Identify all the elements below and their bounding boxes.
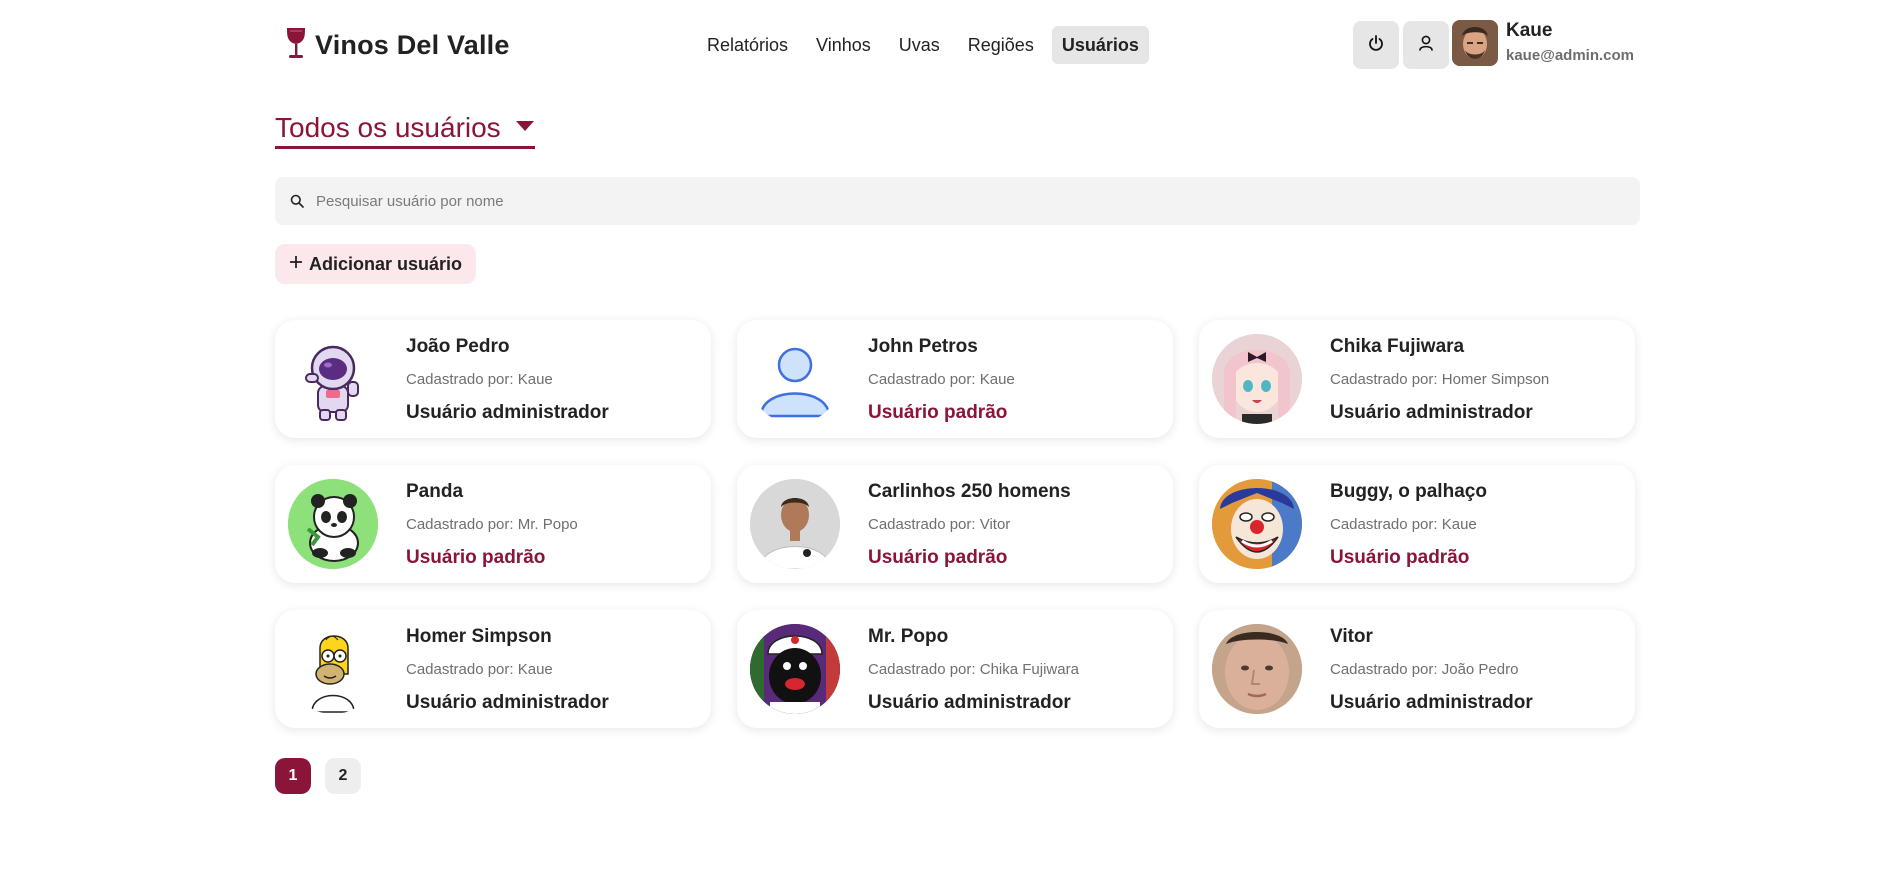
user-email: kaue@admin.com — [1506, 47, 1634, 64]
logo[interactable]: Vinos Del Valle — [283, 26, 510, 65]
search-input[interactable] — [314, 191, 1618, 211]
user-name: Kaue — [1506, 20, 1553, 41]
add-user-label: Adicionar usuário — [309, 253, 463, 274]
avatar — [288, 624, 378, 714]
user-name: Carlinhos 250 homens — [868, 481, 1071, 502]
registered-by: Cadastrado por: Kaue — [406, 371, 553, 388]
page-2-button[interactable]: 2 — [325, 758, 361, 794]
user-name: Chika Fujiwara — [1330, 336, 1465, 357]
user-role: Usuário padrão — [868, 402, 1008, 423]
user-filter-dropdown[interactable]: Todos os usuários — [275, 112, 535, 149]
user-role: Usuário padrão — [1330, 547, 1470, 568]
user-name: Homer Simpson — [406, 626, 552, 647]
registered-by: Cadastrado por: João Pedro — [1330, 661, 1519, 678]
registered-by: Cadastrado por: Kaue — [406, 661, 553, 678]
user-role: Usuário administrador — [406, 692, 609, 713]
user-card[interactable]: John Petros Cadastrado por: Kaue Usuário… — [737, 320, 1173, 438]
avatar — [750, 479, 840, 569]
registered-by: Cadastrado por: Mr. Popo — [406, 516, 578, 533]
user-role: Usuário padrão — [406, 547, 546, 568]
search-icon — [290, 194, 304, 208]
user-card[interactable]: João Pedro Cadastrado por: Kaue Usuário … — [275, 320, 711, 438]
registered-by: Cadastrado por: Kaue — [1330, 516, 1477, 533]
user-card[interactable]: Carlinhos 250 homens Cadastrado por: Vit… — [737, 465, 1173, 583]
nav-item-usuarios[interactable]: Usuários — [1051, 26, 1149, 64]
avatar — [1212, 334, 1302, 424]
user-role: Usuário administrador — [1330, 402, 1533, 423]
user-card[interactable]: Mr. Popo Cadastrado por: Chika Fujiwara … — [737, 610, 1173, 728]
user-card[interactable]: Homer Simpson Cadastrado por: Kaue Usuár… — [275, 610, 711, 728]
user-name: Vitor — [1330, 626, 1373, 647]
main-nav: Relatórios Vinhos Uvas Regiões Usuários — [697, 26, 1157, 64]
header: Vinos Del Valle Relatórios Vinhos Uvas R… — [275, 18, 1640, 74]
registered-by: Cadastrado por: Vitor — [868, 516, 1011, 533]
power-icon — [1367, 34, 1385, 57]
user-role: Usuário administrador — [1330, 692, 1533, 713]
profile-button[interactable] — [1403, 21, 1449, 69]
app-title: Vinos Del Valle — [315, 30, 510, 60]
avatar — [750, 624, 840, 714]
page-title: Todos os usuários — [275, 112, 501, 143]
registered-by: Cadastrado por: Kaue — [868, 371, 1015, 388]
pagination: 1 2 — [275, 758, 361, 794]
add-user-button[interactable]: Adicionar usuário — [275, 244, 477, 284]
logout-button[interactable] — [1353, 21, 1399, 69]
user-role: Usuário padrão — [868, 547, 1008, 568]
plus-icon — [289, 255, 303, 274]
registered-by: Cadastrado por: Chika Fujiwara — [868, 661, 1079, 678]
wine-glass-icon — [283, 26, 309, 65]
nav-item-vinhos[interactable]: Vinhos — [806, 26, 881, 64]
caret-down-icon — [515, 119, 535, 137]
avatar[interactable] — [1452, 20, 1498, 66]
user-name: Panda — [406, 481, 464, 502]
user-role: Usuário administrador — [406, 402, 609, 423]
page-1-button[interactable]: 1 — [275, 758, 311, 794]
user-name: John Petros — [868, 336, 978, 357]
nav-item-uvas[interactable]: Uvas — [889, 26, 950, 64]
avatar — [288, 334, 378, 424]
user-icon — [1417, 34, 1435, 57]
avatar — [750, 334, 840, 424]
user-name: Buggy, o palhaço — [1330, 481, 1487, 502]
user-card[interactable]: Vitor Cadastrado por: João Pedro Usuário… — [1199, 610, 1635, 728]
avatar — [1212, 479, 1302, 569]
avatar — [1212, 624, 1302, 714]
user-card[interactable]: Panda Cadastrado por: Mr. Popo Usuário p… — [275, 465, 711, 583]
user-name: Mr. Popo — [868, 626, 949, 647]
registered-by: Cadastrado por: Homer Simpson — [1330, 371, 1550, 388]
search-bar — [275, 177, 1640, 225]
user-card[interactable]: Buggy, o palhaço Cadastrado por: Kaue Us… — [1199, 465, 1635, 583]
nav-item-regioes[interactable]: Regiões — [958, 26, 1044, 64]
user-role: Usuário administrador — [868, 692, 1071, 713]
nav-item-relatorios[interactable]: Relatórios — [697, 26, 798, 64]
avatar — [288, 479, 378, 569]
user-name: João Pedro — [406, 336, 510, 357]
user-card[interactable]: Chika Fujiwara Cadastrado por: Homer Sim… — [1199, 320, 1635, 438]
